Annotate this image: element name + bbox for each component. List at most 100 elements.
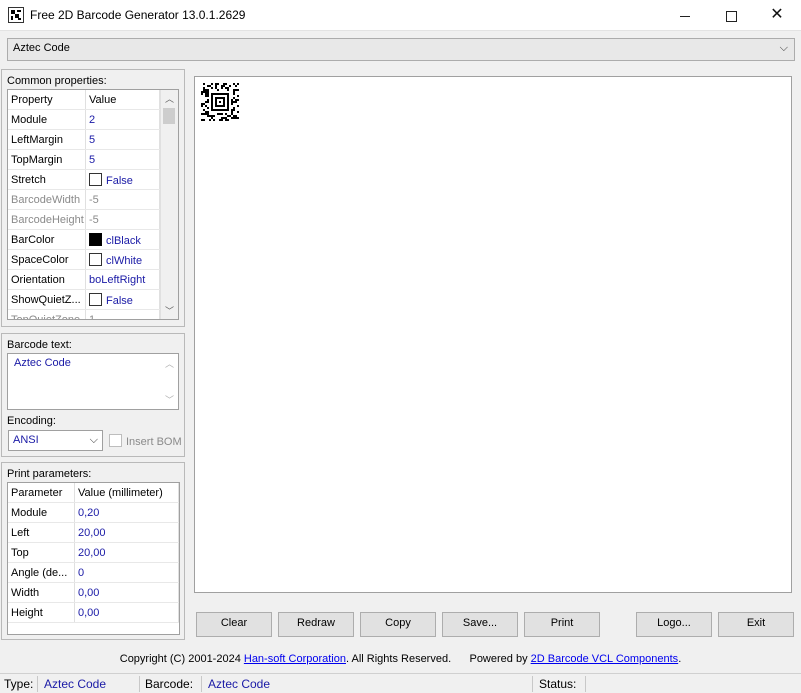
save-button[interactable]: Save...	[442, 612, 518, 637]
clear-button[interactable]: Clear	[196, 612, 272, 637]
maximize-button[interactable]	[708, 0, 754, 30]
property-row[interactable]: Stretch False	[8, 169, 160, 190]
property-value-cell[interactable]: clBlack	[85, 229, 160, 250]
property-value-cell[interactable]: -5	[85, 189, 160, 210]
exit-button[interactable]: Exit	[718, 612, 794, 637]
property-value: 2	[89, 113, 96, 126]
aztec-barcode-image	[201, 83, 239, 121]
property-value: False	[106, 294, 133, 307]
encoding-label: Encoding:	[7, 415, 56, 427]
property-value-cell[interactable]: boLeftRight	[85, 269, 160, 290]
checkbox-icon[interactable]	[89, 172, 102, 186]
parameter-name: Left	[8, 522, 75, 543]
copyright-middle: . All Rights Reserved. Powered by	[345, 653, 531, 665]
redraw-button[interactable]: Redraw	[278, 612, 354, 637]
status-type-value: Aztec Code	[44, 677, 107, 691]
parameter-row[interactable]: Width 0,00	[8, 582, 179, 603]
checkbox-icon[interactable]	[89, 252, 102, 266]
copyright-prefix: Copyright (C) 2001-2024	[119, 653, 244, 665]
property-value-cell[interactable]: 2	[85, 109, 160, 130]
property-value: 1	[89, 313, 96, 320]
property-row[interactable]: TopMargin 5	[8, 149, 160, 170]
parameter-row[interactable]: Height 0,00	[8, 602, 179, 623]
parameter-value[interactable]: 20,00	[74, 522, 179, 543]
property-row[interactable]: LeftMargin 5	[8, 129, 160, 150]
parameter-row[interactable]: Top 20,00	[8, 542, 179, 563]
chevron-down-icon: ⌵	[779, 42, 788, 54]
status-barcode-label: Barcode:	[145, 677, 194, 691]
status-label: Status:	[539, 677, 577, 691]
barcode-text-scrollbar[interactable]: ︿ ﹀	[161, 354, 178, 409]
property-value: -5	[89, 213, 99, 226]
property-name: ShowQuietZ...	[8, 289, 86, 310]
common-properties-label: Common properties:	[7, 75, 107, 87]
property-row[interactable]: Module 2	[8, 109, 160, 130]
parameter-row[interactable]: Module 0,20	[8, 502, 179, 523]
parameter-value[interactable]: 0,00	[74, 602, 179, 623]
property-row[interactable]: TopQuietZone 1	[8, 309, 160, 320]
encoding-select[interactable]: ANSI ⌵	[8, 430, 103, 451]
checkbox-box[interactable]	[109, 434, 122, 447]
parameter-value[interactable]: 0,00	[74, 582, 179, 603]
property-row[interactable]: BarColor clBlack	[8, 229, 160, 250]
parameter-value[interactable]: 0,20	[74, 502, 179, 523]
property-name: TopMargin	[8, 149, 86, 170]
barcode-text-value: Aztec Code	[14, 357, 71, 369]
app-barcode-icon	[8, 7, 24, 23]
print-button[interactable]: Print	[524, 612, 600, 637]
scroll-down-icon[interactable]: ﹀	[165, 393, 174, 406]
property-value-cell[interactable]: False	[85, 289, 160, 310]
barcode-preview-canvas[interactable]	[194, 76, 792, 593]
property-value-cell[interactable]: clWhite	[85, 249, 160, 270]
property-row[interactable]: BarcodeWidth -5	[8, 189, 160, 210]
property-grid-scrollbar[interactable]: ︿ ﹀	[160, 90, 178, 319]
copy-button[interactable]: Copy	[360, 612, 436, 637]
window-title: Free 2D Barcode Generator 13.0.1.2629	[30, 8, 246, 22]
property-grid[interactable]: Property Value Module 2 LeftMargin 5 TopMarg…	[7, 89, 179, 320]
barcode-type-value: Aztec Code	[13, 42, 70, 54]
scroll-up-icon[interactable]: ︿	[165, 357, 174, 370]
property-value-cell[interactable]: 1	[85, 309, 160, 320]
property-name: TopQuietZone	[8, 309, 86, 319]
property-value-cell[interactable]: 5	[85, 129, 160, 150]
property-value-cell[interactable]: -5	[85, 209, 160, 230]
value-mm-header: Value (millimeter)	[74, 483, 179, 503]
han-soft-link[interactable]: Han-soft Corporation	[244, 653, 346, 665]
property-name: BarcodeHeight	[8, 209, 86, 230]
insert-bom-checkbox[interactable]: Insert BOM	[109, 434, 182, 448]
encoding-value: ANSI	[13, 434, 39, 446]
property-value: clBlack	[106, 234, 141, 247]
scroll-down-icon[interactable]: ﹀	[165, 304, 174, 317]
property-name: BarColor	[8, 229, 86, 250]
property-name: LeftMargin	[8, 129, 86, 150]
barcode-text-input[interactable]: Aztec Code ︿ ﹀	[7, 353, 179, 410]
property-value: 5	[89, 153, 96, 166]
property-row[interactable]: ShowQuietZ... False	[8, 289, 160, 310]
parameter-value[interactable]: 20,00	[74, 542, 179, 563]
property-row[interactable]: Orientation boLeftRight	[8, 269, 160, 290]
scrollbar-thumb[interactable]	[163, 108, 175, 124]
checkbox-icon[interactable]	[89, 292, 102, 306]
close-button[interactable]: ✕	[754, 0, 800, 30]
parameter-row[interactable]: Angle (de... 0	[8, 562, 179, 583]
parameter-row[interactable]: Left 20,00	[8, 522, 179, 543]
minimize-icon	[680, 15, 690, 17]
print-parameter-grid[interactable]: Parameter Value (millimeter) Module 0,20 L…	[7, 482, 180, 635]
parameter-value[interactable]: 0	[74, 562, 179, 583]
button-bar: Clear Redraw Copy Save... Print Logo... …	[186, 602, 801, 642]
color-swatch-icon	[89, 232, 102, 246]
property-value-cell[interactable]: 5	[85, 149, 160, 170]
minimize-button[interactable]	[662, 0, 708, 30]
property-row[interactable]: SpaceColor clWhite	[8, 249, 160, 270]
parameter-header: Parameter	[8, 483, 75, 503]
barcode-type-select[interactable]: Aztec Code ⌵	[7, 38, 795, 61]
property-name: SpaceColor	[8, 249, 86, 270]
property-value-cell[interactable]: False	[85, 169, 160, 190]
scroll-up-icon[interactable]: ︿	[165, 92, 174, 105]
components-link[interactable]: 2D Barcode VCL Components	[531, 653, 679, 665]
maximize-icon	[725, 10, 737, 22]
property-row[interactable]: BarcodeHeight -5	[8, 209, 160, 230]
property-value: False	[106, 174, 133, 187]
logo-button[interactable]: Logo...	[636, 612, 712, 637]
property-header: Property	[8, 90, 86, 110]
